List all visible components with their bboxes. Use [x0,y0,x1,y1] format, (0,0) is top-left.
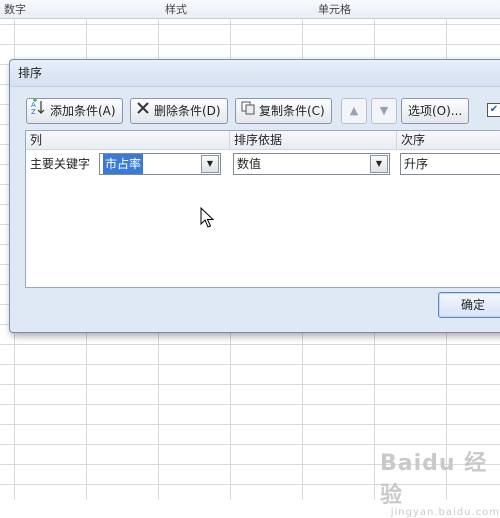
order-value: 升序 [404,157,429,171]
sort-on-value: 数值 [237,157,262,171]
chevron-down-icon[interactable]: ▼ [370,155,388,173]
column-header-order: 次序 [401,133,426,147]
copy-level-label: 复制条件(C) [259,104,325,118]
dialog-toolbar: AZ 添加条件(A) 删除条件(D) 复制条件(C) ▲ ▼ 选项(O)... … [26,98,500,124]
sort-level-label: 主要关键字 [30,157,91,171]
watermark-brand: Baidu 经验 [380,451,488,508]
copy-level-button[interactable]: 复制条件(C) [235,98,332,124]
move-up-button[interactable]: ▲ [341,98,367,124]
header-row-checkbox[interactable]: ✔ [487,103,500,117]
delete-level-label: 删除条件(D) [154,104,221,118]
watermark: Baidu 经验 jingyan.baidu.com [380,445,500,518]
chevron-down-icon[interactable]: ▼ [201,155,219,173]
sort-on-select[interactable]: 数值 ▼ [233,153,390,175]
column-header-sort-on: 排序依据 [234,133,283,147]
dialog-title[interactable]: 排序 [10,60,500,87]
move-down-button[interactable]: ▼ [371,98,397,124]
triangle-up-icon: ▲ [349,104,359,117]
options-button[interactable]: 选项(O)... [401,98,470,124]
sort-by-column-value: 市占率 [103,154,144,174]
delete-level-button[interactable]: 删除条件(D) [130,98,228,124]
svg-text:Z: Z [31,108,36,115]
checkmark-icon: ✔ [489,104,499,115]
watermark-url: jingyan.baidu.com [390,507,500,518]
ok-button[interactable]: 确定 [438,292,500,318]
ribbon-group-cells: 单元格 [318,3,351,16]
sort-by-column-select[interactable]: 市占率 ▼ [99,153,221,175]
sort-dialog: 排序 AZ 添加条件(A) 删除条件(D) 复制条件(C) ▲ ▼ 选项(O).… [9,59,500,333]
add-level-button[interactable]: AZ 添加条件(A) [26,98,123,124]
mouse-cursor-icon [200,207,215,228]
copy-icon [240,99,256,123]
ribbon-group-number: 数字 [4,3,26,16]
order-select[interactable]: 升序 [400,153,500,175]
triangle-down-icon: ▼ [379,104,389,117]
ribbon-strip: 数字 样式 单元格 [0,0,500,19]
ribbon-group-styles: 样式 [165,3,187,16]
column-header-col: 列 [30,133,43,147]
levels-header: 列 排序依据 次序 [26,131,500,150]
sort-levels-panel: 列 排序依据 次序 主要关键字 市占率 ▼ 数值 ▼ 升序 [25,130,500,288]
add-sort-icon: AZ [31,98,47,123]
add-level-label: 添加条件(A) [50,104,116,118]
delete-x-icon [135,99,151,123]
